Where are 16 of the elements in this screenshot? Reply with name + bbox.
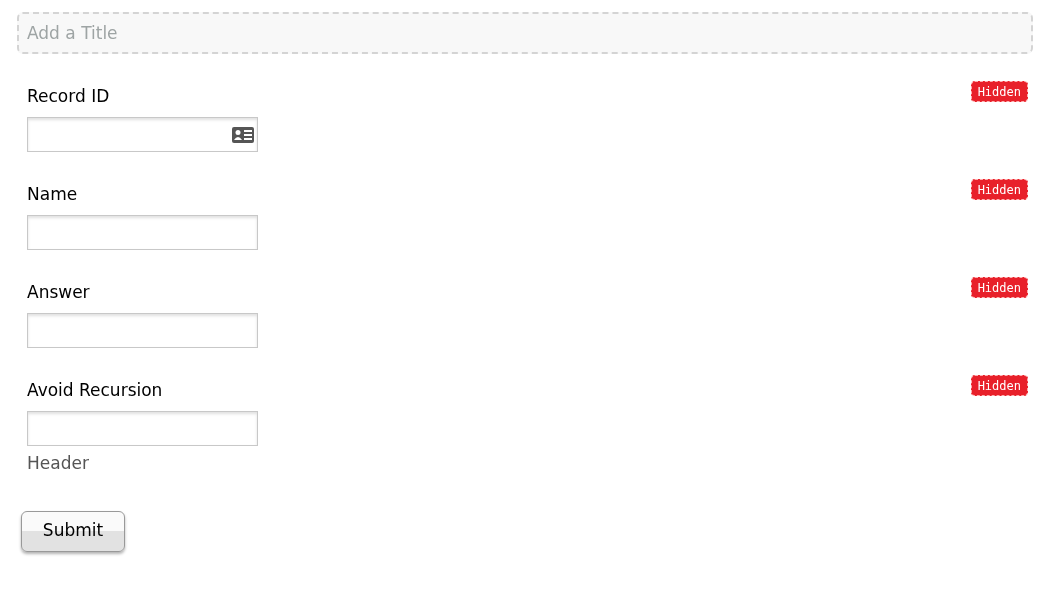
input-field[interactable] <box>27 313 258 348</box>
hidden-badge: Hidden <box>970 179 1028 200</box>
input-field[interactable] <box>27 215 258 250</box>
id-card-icon <box>232 126 254 143</box>
input-field[interactable] <box>27 411 258 446</box>
field-label: Answer <box>27 281 91 303</box>
field-label: Name <box>27 183 79 205</box>
field-label: Avoid Recursion <box>27 379 164 401</box>
section-header: Header <box>26 452 90 475</box>
hidden-badge: Hidden <box>970 277 1028 298</box>
hidden-badge: Hidden <box>970 81 1028 102</box>
input-field[interactable] <box>27 117 258 152</box>
hidden-badge: Hidden <box>970 375 1028 396</box>
field-label: Record ID <box>27 85 111 107</box>
submit-button[interactable]: Submit <box>21 510 125 552</box>
title-field[interactable]: Add a Title <box>17 12 1033 54</box>
